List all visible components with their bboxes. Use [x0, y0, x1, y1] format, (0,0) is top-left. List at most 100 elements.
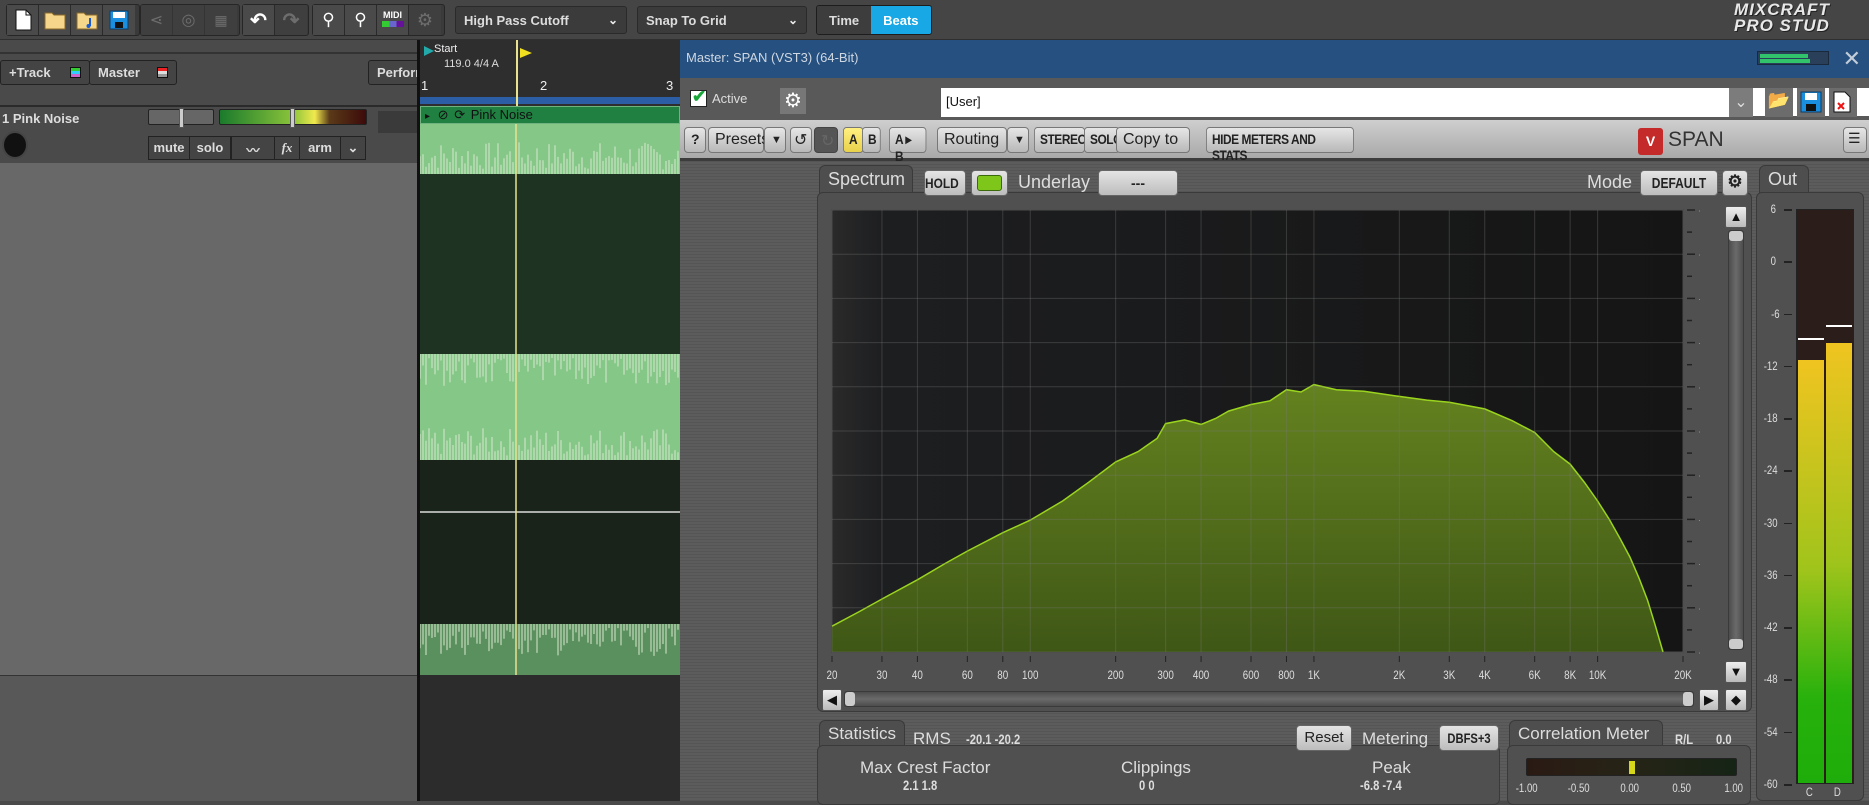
scroll-right-button[interactable]: ▶: [1699, 689, 1719, 711]
scroll-left-button[interactable]: ◀: [822, 689, 842, 711]
plugin-titlebar[interactable]: Master: SPAN (VST3) (64-Bit) ✕: [680, 40, 1869, 78]
waveform[interactable]: [420, 124, 680, 675]
save-preset-button[interactable]: [1797, 88, 1825, 117]
close-icon[interactable]: ✕: [1843, 46, 1861, 72]
automation-button[interactable]: 〰: [231, 136, 275, 160]
out-scale-label: -36: [1763, 567, 1778, 582]
redo-button[interactable]: ↻: [814, 127, 838, 153]
undo-button[interactable]: ↺: [790, 127, 812, 153]
fx-button[interactable]: fx: [274, 136, 300, 160]
file-button-group: [6, 4, 140, 36]
preset-select[interactable]: [User]: [941, 88, 1738, 117]
out-scale-label: 0: [1770, 254, 1777, 269]
save-icon: [109, 10, 129, 30]
presets-dropdown-button[interactable]: ▼: [764, 127, 786, 153]
mode-label: Mode: [1587, 172, 1633, 192]
tempo-info[interactable]: 119.0 4/4 A: [444, 58, 499, 70]
active-checkbox[interactable]: ✔: [690, 87, 707, 107]
high-pass-dropdown[interactable]: High Pass Cutoff ⌄: [455, 6, 627, 34]
vertical-scrollbar-track[interactable]: [1728, 230, 1744, 650]
underlay-dropdown[interactable]: ---: [1098, 170, 1178, 196]
open-audio-button[interactable]: [71, 5, 103, 35]
plugin-settings-button[interactable]: ⚙: [780, 88, 806, 114]
vertical-scroll-thumb-bottom[interactable]: [1729, 639, 1743, 649]
state-b-button[interactable]: B: [862, 127, 881, 153]
delete-preset-button[interactable]: [1829, 88, 1857, 117]
presets-button[interactable]: Presets: [708, 127, 769, 153]
arm-button[interactable]: arm: [299, 136, 341, 160]
zoom-reset-button[interactable]: ◆: [1725, 689, 1747, 711]
track-name[interactable]: 1 Pink Noise: [2, 111, 79, 126]
volume-meter[interactable]: [219, 108, 367, 128]
browse-presets-button[interactable]: 📂: [1765, 88, 1793, 117]
horizontal-scrollbar-track[interactable]: [844, 691, 1694, 707]
loop-clip-icon[interactable]: ⟳: [454, 107, 465, 122]
copy-a-to-b-button[interactable]: A ▸ B: [889, 127, 927, 164]
max-crest-label: Max Crest Factor: [860, 758, 991, 777]
master-colors-icon: [157, 67, 168, 78]
stereo-button[interactable]: STEREO: [1034, 127, 1087, 153]
scroll-down-button[interactable]: ▼: [1725, 661, 1747, 683]
hold-button[interactable]: HOLD: [924, 170, 966, 196]
clip-header[interactable]: ▸ ⊘ ⟳ Pink Noise: [420, 106, 680, 124]
master-button[interactable]: Master: [89, 60, 177, 85]
routing-button[interactable]: Routing: [937, 127, 1007, 153]
metering-dropdown[interactable]: DBFS+3: [1439, 725, 1499, 751]
vertical-scroll-thumb-top[interactable]: [1729, 231, 1743, 241]
out-scale-tick: [1784, 522, 1792, 525]
burn-cd-button[interactable]: ◎: [173, 5, 205, 35]
playhead-flag-icon[interactable]: [520, 48, 532, 58]
out-scale-label: -18: [1763, 411, 1778, 426]
spectrum-chart[interactable]: 20 30 40 60 80 100 200 300 400 600 800 1K 2K 3K 4K 6K 8K…: [820, 200, 1700, 720]
mute-button[interactable]: mute: [148, 136, 190, 160]
new-file-button[interactable]: [7, 5, 39, 35]
mode-dropdown[interactable]: DEFAULT: [1640, 170, 1718, 196]
spectrum-color-button[interactable]: [971, 170, 1008, 196]
undo-button[interactable]: ↶: [243, 5, 275, 35]
clippings-values: 0 0: [1139, 777, 1155, 793]
help-button[interactable]: ?: [684, 127, 706, 153]
loop-bar[interactable]: [420, 97, 680, 104]
horizontal-scroll-thumb-left[interactable]: [845, 692, 855, 706]
redo-button[interactable]: ↷: [275, 5, 307, 35]
out-meter-bar-c: [1798, 360, 1824, 783]
mixdown-button[interactable]: ▦: [205, 5, 237, 35]
settings-button[interactable]: ⚙: [409, 5, 441, 35]
snap-dropdown[interactable]: Snap To Grid ⌄: [637, 6, 807, 34]
x-tick-label: 2K: [1393, 669, 1406, 682]
zoom-out-button[interactable]: ⚲: [345, 5, 377, 35]
zoom-in-button[interactable]: ⚲: [313, 5, 345, 35]
mode-settings-button[interactable]: ⚙: [1722, 170, 1748, 196]
hide-meters-button[interactable]: HIDE METERS AND STATS: [1206, 127, 1354, 163]
horizontal-scroll-thumb-right[interactable]: [1683, 692, 1693, 706]
reset-button[interactable]: Reset: [1296, 725, 1352, 751]
pan-handle[interactable]: [179, 108, 184, 128]
beats-mode-button[interactable]: Beats: [871, 6, 931, 34]
instrument-icon[interactable]: [2, 131, 28, 159]
state-a-button[interactable]: A: [843, 127, 864, 153]
time-mode-toggle: Time Beats: [816, 5, 932, 35]
pan-slider[interactable]: [148, 108, 214, 128]
correlation-indicator: [1628, 761, 1635, 774]
add-track-button[interactable]: +Track: [0, 60, 90, 85]
ruler[interactable]: Start 119.0 4/4 A 1 2 3: [420, 40, 680, 106]
out-peak-hold-c: [1798, 338, 1824, 341]
track-menu-button[interactable]: ⌄: [340, 136, 366, 160]
routing-dropdown-button[interactable]: ▼: [1007, 127, 1029, 153]
menu-button[interactable]: ☰: [1843, 127, 1867, 153]
start-marker-label[interactable]: Start: [434, 43, 457, 55]
play-clip-icon[interactable]: ▸: [425, 111, 430, 122]
open-button[interactable]: [39, 5, 71, 35]
time-mode-button[interactable]: Time: [817, 6, 872, 34]
scroll-up-button[interactable]: ▲: [1725, 206, 1747, 228]
solo-button[interactable]: SOLO: [1084, 127, 1122, 153]
midi-button[interactable]: MIDI: [377, 5, 409, 35]
save-button[interactable]: [103, 5, 135, 35]
solo-button[interactable]: solo: [189, 136, 231, 160]
preset-dropdown-button[interactable]: ⌄: [1729, 88, 1753, 117]
copy-to-button[interactable]: Copy to: [1116, 127, 1190, 153]
mute-clip-icon[interactable]: ⊘: [438, 107, 449, 122]
mixdown-icon: ▦: [214, 11, 228, 28]
volume-handle[interactable]: [290, 108, 295, 128]
share-button[interactable]: ⋖: [141, 5, 173, 35]
